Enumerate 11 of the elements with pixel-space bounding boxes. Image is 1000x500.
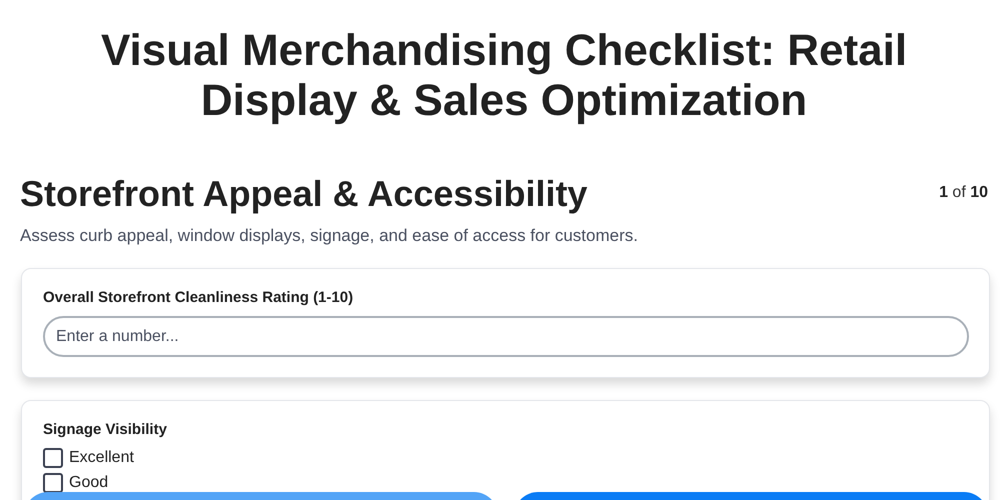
question-label: Overall Storefront Cleanliness Rating (1-10)	[43, 289, 354, 306]
question-label: Signage Visibility	[43, 421, 168, 438]
checkbox[interactable]	[43, 448, 63, 468]
number-input-field[interactable]: Enter a number...	[43, 316, 969, 357]
progress-counter: 1 of 10	[939, 184, 988, 202]
option-label: Good	[69, 474, 108, 492]
page-title: Visual Merchandising Checklist: Retail Display & Sales Optimization	[100, 26, 908, 126]
option-label: Excellent	[69, 449, 134, 467]
section-heading: Storefront Appeal & Accessibility	[20, 172, 588, 216]
section-description: Assess curb appeal, window displays, signage, and ease of access for customers.	[20, 226, 639, 246]
checkbox[interactable]	[43, 473, 63, 493]
